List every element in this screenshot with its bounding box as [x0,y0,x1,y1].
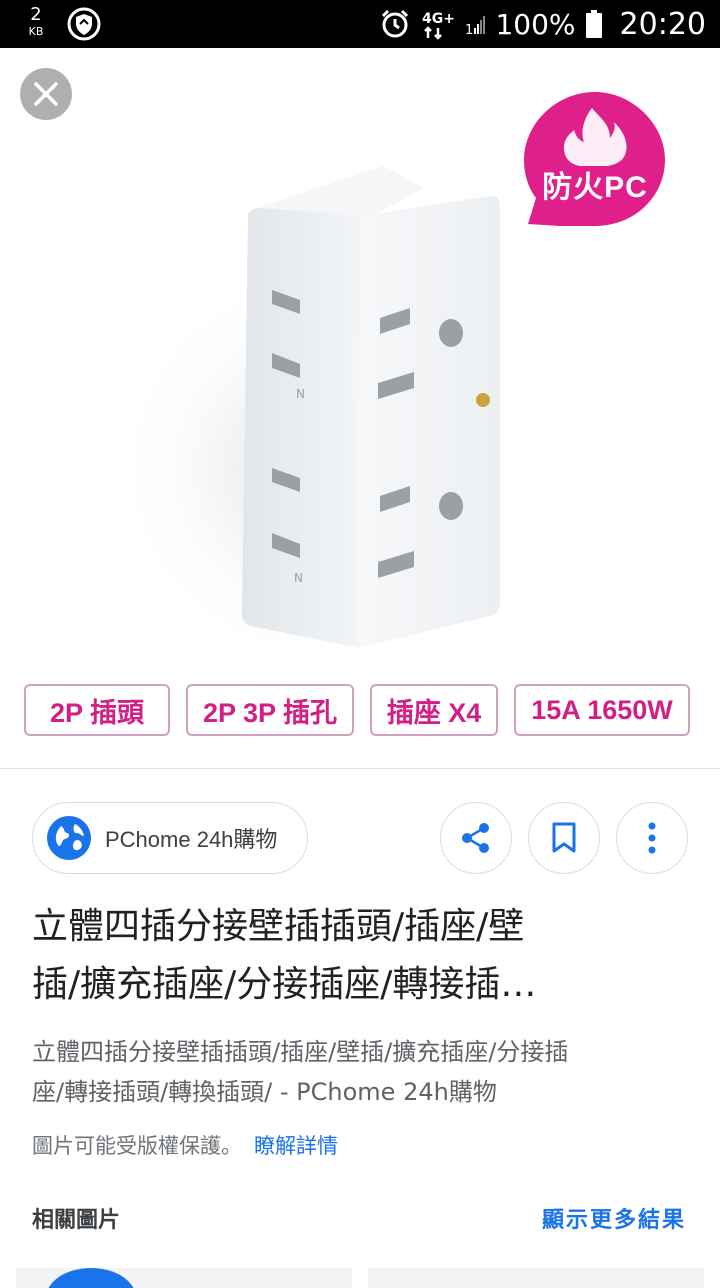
more-options-button[interactable] [616,802,688,874]
result-title[interactable]: 立體四插分接壁插插頭/插座/壁 插/擴充插座/分接插座/轉接插… [32,898,632,1014]
close-button[interactable] [20,68,72,120]
copyright-notice: 圖片可能受版權保護。 瞭解詳情 [32,1130,338,1160]
copyright-text: 圖片可能受版權保護。 [32,1134,242,1158]
fireproof-badge: 防火PC [542,171,648,204]
data-speed-value: 2 [30,4,42,25]
more-vert-icon [648,822,656,854]
related-image-thumbnail[interactable] [368,1268,704,1288]
battery-percent: 100% [495,7,576,41]
feature-tag: 2P 3P 插孔 [186,684,354,736]
battery-icon [585,10,602,38]
bookmark-icon [552,822,576,853]
source-chip[interactable]: PChome 24h購物 [32,802,308,874]
network-label: 4G+ [422,11,455,27]
source-name: PChome 24h購物 [105,827,278,852]
svg-text:N: N [296,387,305,401]
share-icon [462,823,489,853]
save-button[interactable] [528,802,600,874]
result-title-line: 立體四插分接壁插插頭/插座/壁 [32,906,525,947]
signal-digit: 1 [465,23,473,36]
product-image: N N [110,92,665,668]
result-description-line: 座/轉接插頭/轉換插頭/ - PChome 24h購物 [32,1078,497,1106]
feature-tag: 2P 插頭 [24,684,170,736]
data-speed-indicator: 2 KB [26,4,46,38]
feature-tag: 15A 1650W [514,684,690,736]
globe-icon [47,816,91,860]
svg-text:N: N [294,571,303,585]
feature-tags: 2P 插頭 2P 3P 插孔 插座 X4 15A 1650W [24,684,696,738]
show-more-results-link[interactable]: 顯示更多結果 [542,1202,686,1234]
network-icon: 4G+ [422,11,455,40]
learn-more-link[interactable]: 瞭解詳情 [254,1134,338,1158]
result-title-line: 插/擴充插座/分接插座/轉接插… [32,964,537,1005]
clock-time: 20:20 [619,6,706,42]
result-description-line: 立體四插分接壁插插頭/插座/壁插/擴充插座/分接插 [32,1038,569,1066]
signal-icon: 1 [465,16,486,36]
data-speed-unit: KB [28,25,44,38]
related-image-thumbnail[interactable] [16,1268,352,1288]
feature-tag: 插座 X4 [370,684,498,736]
product-image-viewer[interactable]: N N 防火PC 2P 插頭 2P 3P 插孔 插座 X4 15A 1650W [0,48,720,768]
related-images-heading: 相關圖片 [32,1208,121,1233]
alarm-icon [382,9,409,38]
status-bar: 2 KB 4G+ 1 100% 20:20 [0,0,720,48]
result-description: 立體四插分接壁插插頭/插座/壁插/擴充插座/分接插 座/轉接插頭/轉換插頭/ -… [32,1032,682,1112]
shield-icon [67,7,101,41]
divider [0,768,720,769]
share-button[interactable] [440,802,512,874]
close-icon [34,82,58,106]
